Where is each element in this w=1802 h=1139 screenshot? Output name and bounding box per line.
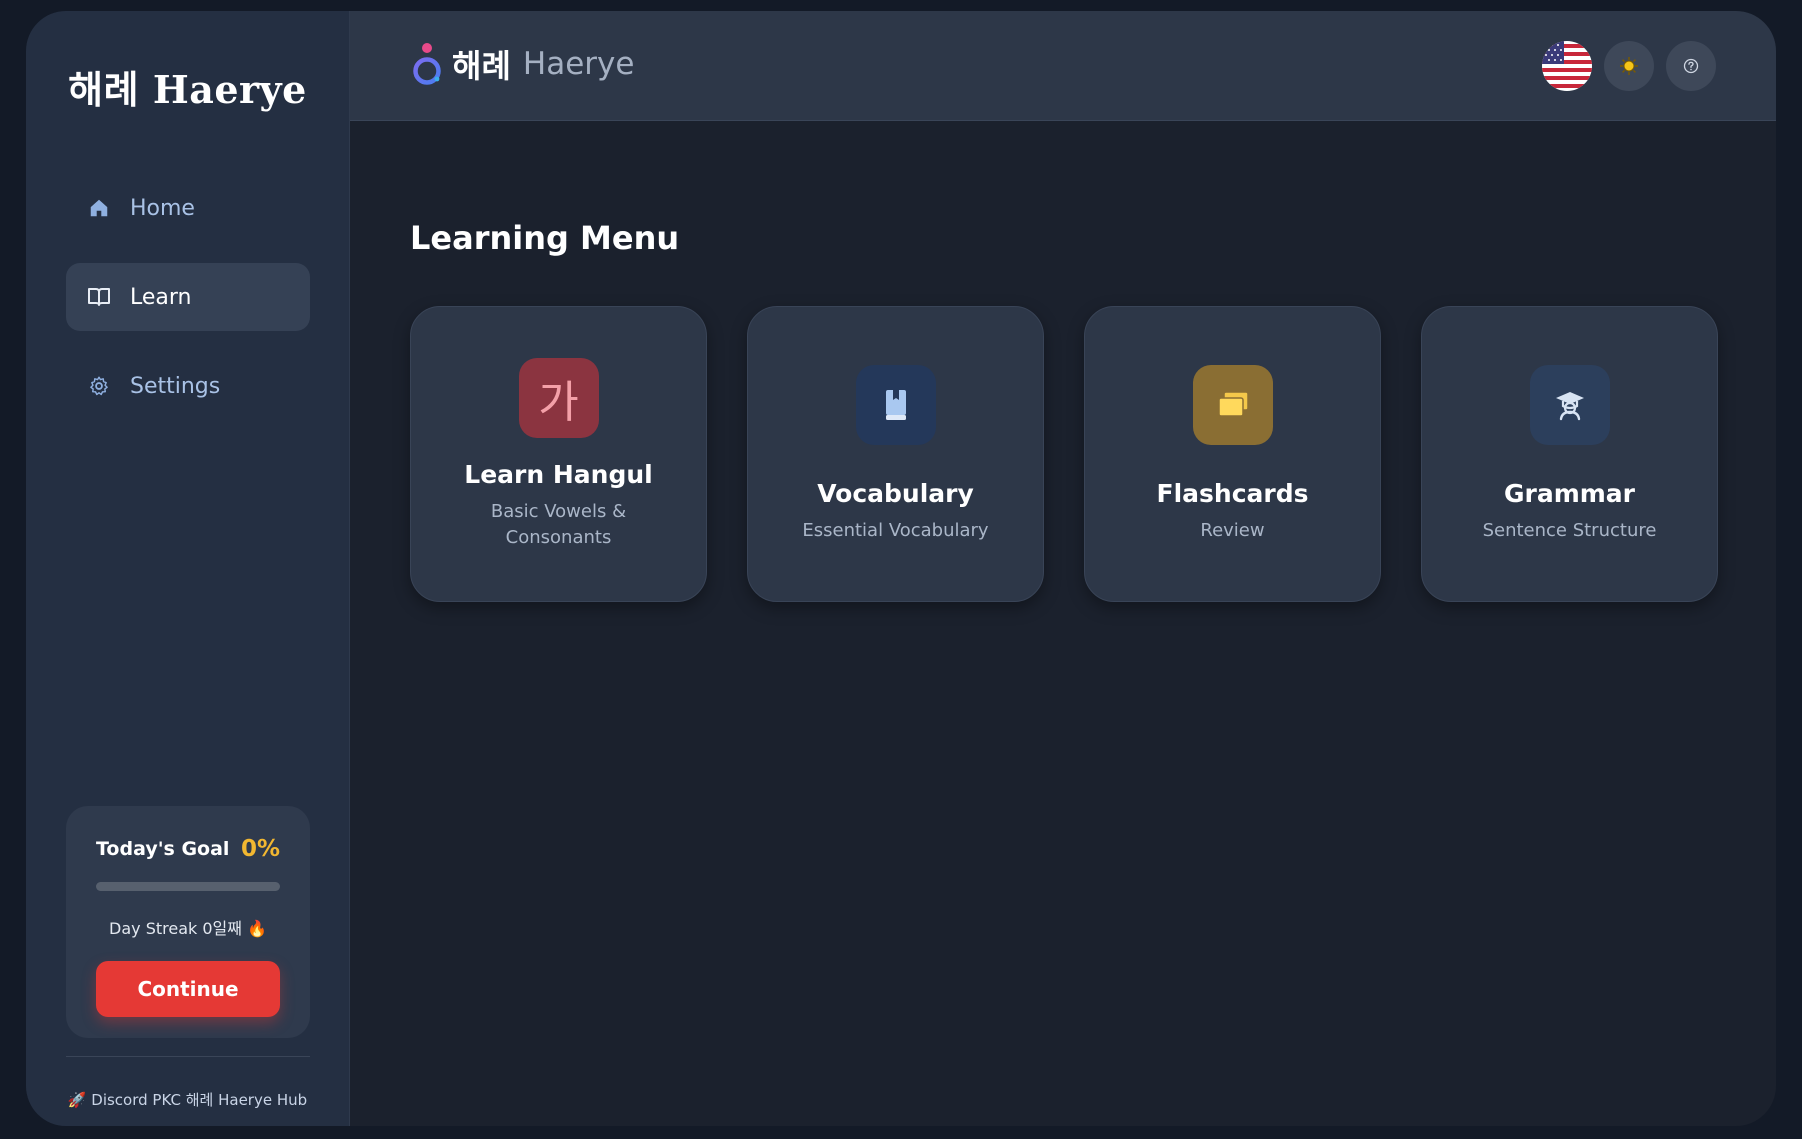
discord-link[interactable]: 🚀 Discord PKC 해례 Haerye Hub bbox=[26, 1089, 349, 1110]
sidebar-item-learn[interactable]: Learn bbox=[66, 263, 310, 331]
help-button[interactable] bbox=[1666, 41, 1716, 91]
sun-icon bbox=[1620, 57, 1638, 75]
page-title: Learning Menu bbox=[410, 219, 680, 257]
learning-menu-cards: 가 Learn Hangul Basic Vowels & Consonants… bbox=[410, 306, 1718, 602]
gear-icon bbox=[86, 373, 112, 399]
card-title: Vocabulary bbox=[817, 478, 974, 508]
sidebar-item-label: Settings bbox=[130, 373, 221, 399]
card-title: Flashcards bbox=[1156, 478, 1309, 508]
sidebar-item-home[interactable]: Home bbox=[66, 174, 310, 242]
goal-progress-bar bbox=[96, 882, 280, 891]
sidebar-item-label: Learn bbox=[130, 284, 192, 310]
card-title: Learn Hangul bbox=[464, 459, 653, 489]
help-icon bbox=[1683, 58, 1699, 74]
hangul-glyph: 가 bbox=[538, 376, 579, 428]
header-logo-korean: 해례 bbox=[452, 47, 511, 85]
book-icon bbox=[855, 364, 936, 445]
continue-button[interactable]: Continue bbox=[96, 961, 280, 1017]
card-flashcards[interactable]: Flashcards Review bbox=[1084, 306, 1381, 602]
sidebar-item-settings[interactable]: Settings bbox=[66, 352, 310, 420]
language-button[interactable] bbox=[1542, 41, 1592, 91]
sidebar-brand[interactable]: 해례 Haerye bbox=[26, 59, 349, 114]
graduation-cap-icon bbox=[1529, 364, 1610, 445]
goal-title: Today's Goal bbox=[96, 838, 230, 860]
haerye-logo-icon bbox=[413, 43, 441, 85]
sidebar-nav: Home Learn Settings bbox=[66, 174, 310, 441]
daily-goal-card: Today's Goal 0% Day Streak 0일째 🔥 Continu… bbox=[66, 806, 310, 1038]
hangul-icon: 가 bbox=[518, 357, 599, 438]
card-subtitle: Essential Vocabulary bbox=[802, 519, 989, 541]
header-logo-english: Haerye bbox=[522, 46, 635, 82]
home-icon bbox=[86, 195, 112, 221]
app-window: 해례 Haerye Home Learn Settings Today's Go… bbox=[26, 11, 1776, 1126]
header-actions bbox=[1542, 41, 1716, 91]
card-title: Grammar bbox=[1503, 478, 1636, 508]
sidebar-divider bbox=[66, 1056, 310, 1057]
card-learn-hangul[interactable]: 가 Learn Hangul Basic Vowels & Consonants bbox=[410, 306, 707, 602]
sidebar: 해례 Haerye Home Learn Settings Today's Go… bbox=[26, 11, 350, 1126]
card-vocabulary[interactable]: Vocabulary Essential Vocabulary bbox=[747, 306, 1044, 602]
goal-percent: 0% bbox=[240, 836, 280, 862]
cards-icon bbox=[1192, 364, 1273, 445]
book-open-icon bbox=[86, 284, 112, 310]
sidebar-item-label: Home bbox=[130, 195, 195, 221]
theme-toggle-button[interactable] bbox=[1604, 41, 1654, 91]
card-subtitle: Sentence Structure bbox=[1482, 519, 1657, 541]
day-streak: Day Streak 0일째 🔥 bbox=[109, 919, 267, 938]
main-content: 해례 Haerye Learning Menu 가 Learn Hangul B… bbox=[350, 11, 1776, 1126]
top-bar: 해례 Haerye bbox=[350, 11, 1776, 121]
card-subtitle: Basic Vowels & Consonants bbox=[490, 500, 627, 548]
card-grammar[interactable]: Grammar Sentence Structure bbox=[1421, 306, 1718, 602]
card-subtitle: Review bbox=[1200, 519, 1265, 541]
header-logo[interactable]: 해례 Haerye bbox=[410, 41, 634, 87]
us-flag-icon bbox=[1542, 41, 1592, 91]
